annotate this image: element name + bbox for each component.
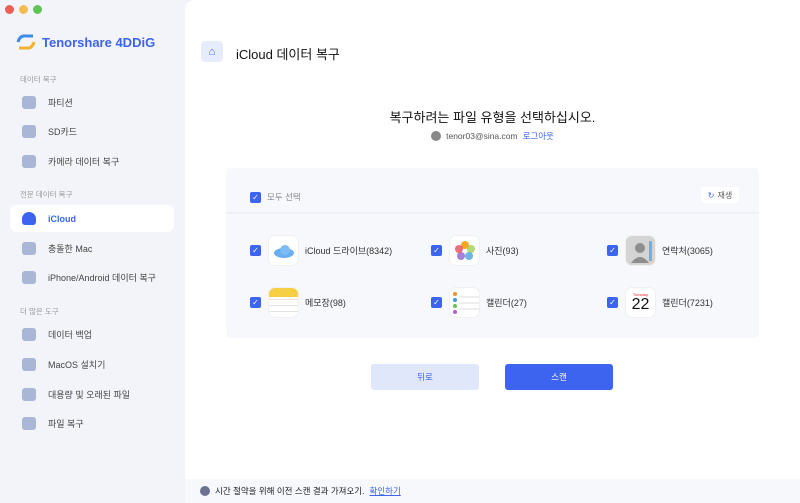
reminders-icon [449,287,480,318]
file-type-notes[interactable]: ✓ 메모장(98) [250,287,346,318]
sidebar-item-label: iPhone/Android 데이터 복구 [48,273,156,283]
checkbox[interactable]: ✓ [431,297,442,308]
sidebar-item-label: MacOS 설치기 [48,360,106,370]
refresh-icon: ↻ [707,190,715,200]
checkbox[interactable]: ✓ [607,297,618,308]
main-content: ⌂ iCloud 데이터 복구 복구하려는 파일 유형을 선택하십시오. ten… [185,0,800,503]
scan-button[interactable]: 스캔 [505,364,613,390]
file-type-photos[interactable]: ✓ 사진(93) [431,235,519,266]
section-label: 데이터 복구 [20,75,57,84]
logout-link[interactable]: 로그아웃 [523,130,554,142]
phone-icon [22,271,36,284]
file-type-icloud-drive[interactable]: ✓ iCloud 드라이브(8342) [250,235,392,266]
mac-icon [22,242,36,255]
sidebar-item-label: iCloud [48,213,76,224]
sidebar-item-macos-installer[interactable]: MacOS 설치기 [10,351,174,378]
sidebar-item-label: 충돌한 Mac [48,244,93,254]
file-type-label: iCloud 드라이브(8342) [305,246,393,256]
checkbox[interactable]: ✓ [607,245,618,256]
backup-icon [22,328,36,341]
icloud-drive-icon [268,235,299,266]
close-button[interactable] [5,5,14,14]
file-icon [22,388,36,401]
home-icon: ⌂ [208,45,216,58]
user-icon [431,131,442,141]
sidebar-item-phone[interactable]: iPhone/Android 데이터 복구 [10,264,174,291]
file-type-calendar[interactable]: ✓ Tuesday 22 캘린더(7231) [607,287,713,318]
file-type-label: 사진(93) [486,246,519,256]
file-type-reminders[interactable]: ✓ 캘린더(27) [431,287,527,318]
maximize-button[interactable] [33,5,42,14]
contacts-icon [625,235,656,266]
file-type-label: 메모장(98) [305,298,346,308]
sidebar-item-crashed-mac[interactable]: 충돌한 Mac [10,235,174,262]
account-email: tenor03@sina.com [446,131,518,141]
checkbox[interactable]: ✓ [250,245,261,256]
sidebar-item-partition[interactable]: 파티션 [10,89,174,116]
calendar-icon: Tuesday 22 [625,287,656,318]
sidebar-item-label: 대용량 및 오래된 파일 [48,390,131,400]
instruction-heading: 복구하려는 파일 유형을 선택하십시오. [389,110,596,125]
select-all-label: 모두 선택 [267,192,301,202]
section-label: 더 많은 도구 [20,307,59,316]
checkbox[interactable]: ✓ [250,297,261,308]
logo-icon [16,34,36,50]
footer-bar: 시간 절약을 위해 이전 스캔 결과 가져오기. 확인하기 [185,479,800,503]
checkbox[interactable]: ✓ [431,245,442,256]
panel-header: ✓ 모두 선택 ↻ 재생 [226,168,759,214]
refresh-button[interactable]: ↻ 재생 [701,187,739,203]
sidebar-item-backup[interactable]: 데이터 백업 [10,321,174,348]
page-title: iCloud 데이터 복구 [236,47,340,62]
window-controls [5,5,42,14]
sidebar-item-camera[interactable]: 카메라 데이터 복구 [10,148,174,175]
sd-card-icon [22,125,36,138]
refresh-label: 재생 [717,190,733,200]
check-icon: ✓ [250,191,261,203]
sidebar-item-sd-card[interactable]: SD카드 [10,118,174,145]
file-type-label: 캘린더(7231) [662,298,713,308]
sidebar-item-label: 파티션 [48,98,73,108]
sidebar-item-label: SD카드 [48,127,78,137]
file-type-label: 연락처(3065) [662,246,713,256]
clock-icon [200,486,210,496]
camera-icon [22,155,36,168]
sidebar-item-file-repair[interactable]: 파일 복구 [10,410,174,437]
cloud-icon [22,212,36,225]
sidebar-item-large-files[interactable]: 대용량 및 오래된 파일 [10,381,174,408]
notes-icon [268,287,299,318]
sidebar: Tenorshare 4DDiG 데이터 복구 파티션 SD카드 카메라 데이터… [0,0,185,503]
app-name: Tenorshare 4DDiG [42,34,156,50]
apple-icon [22,358,36,371]
app-logo: Tenorshare 4DDiG [16,33,155,51]
confirm-link[interactable]: 확인하기 [369,485,400,497]
file-type-panel: ✓ 모두 선택 ↻ 재생 ✓ iCloud 드라이브(8342) ✓ 사진(93) … [226,168,759,338]
select-all-checkbox[interactable]: ✓ 모두 선택 [250,191,301,203]
sidebar-item-label: 카메라 데이터 복구 [48,157,120,167]
minimize-button[interactable] [19,5,28,14]
home-button[interactable]: ⌂ [201,41,223,62]
sidebar-item-label: 데이터 백업 [48,330,92,340]
account-info: tenor03@sina.com 로그아웃 [185,130,800,142]
sidebar-item-icloud[interactable]: iCloud [10,205,174,232]
back-button[interactable]: 뒤로 [371,364,479,390]
drive-icon [22,96,36,109]
sidebar-item-label: 파일 복구 [48,419,84,429]
calendar-date: 22 [631,296,650,313]
file-type-label: 캘린더(27) [486,298,527,308]
file-type-contacts[interactable]: ✓ 연락처(3065) [607,235,713,266]
footer-text: 시간 절약을 위해 이전 스캔 결과 가져오기. [215,486,365,496]
repair-icon [22,417,36,430]
photos-icon [449,235,480,266]
section-label: 전문 데이터 복구 [20,190,73,199]
